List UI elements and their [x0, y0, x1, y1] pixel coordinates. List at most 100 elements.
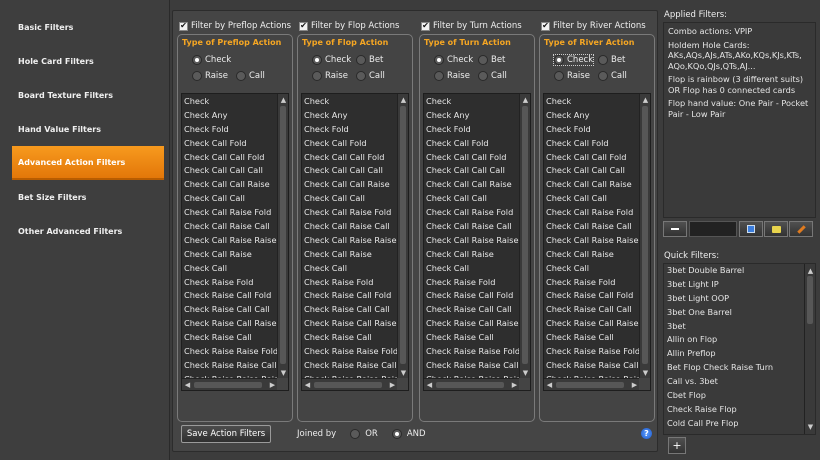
- quick-filter-item[interactable]: 3bet Light OOP: [664, 292, 815, 306]
- list-item[interactable]: Check Raise Call Fold: [545, 289, 640, 303]
- list-item[interactable]: Check Raise Fold: [425, 276, 520, 290]
- scroll-thumb[interactable]: [807, 276, 813, 324]
- river-call-radio[interactable]: Call: [598, 71, 627, 81]
- load-icon[interactable]: [764, 221, 788, 237]
- scroll-up-icon[interactable]: ▲: [805, 266, 816, 276]
- list-item[interactable]: Check Call Call Raise: [303, 178, 398, 192]
- quick-filter-item[interactable]: Check Raise Flop: [664, 403, 815, 417]
- radio-icon[interactable]: [554, 55, 564, 65]
- filter-by-turn-checkbox[interactable]: ✔ Filter by Turn Actions: [421, 21, 522, 31]
- vertical-scrollbar[interactable]: ▲ ▼: [397, 94, 408, 379]
- or-radio[interactable]: [350, 429, 361, 439]
- scroll-left-icon[interactable]: ◀: [424, 380, 435, 390]
- radio-icon[interactable]: [192, 71, 202, 81]
- turn-call-radio[interactable]: Call: [478, 71, 507, 81]
- checkbox-icon[interactable]: ✔: [179, 21, 188, 31]
- list-item[interactable]: Check Raise Call Call: [183, 303, 278, 317]
- scroll-left-icon[interactable]: ◀: [544, 380, 555, 390]
- radio-icon[interactable]: [598, 55, 608, 65]
- list-item[interactable]: Check Call Call Call: [183, 164, 278, 178]
- quick-filter-item[interactable]: Bet Flop Check Raise Turn: [664, 361, 815, 375]
- list-item[interactable]: Check Call: [183, 262, 278, 276]
- radio-icon[interactable]: [192, 55, 202, 65]
- horizontal-scrollbar[interactable]: ◀ ▶: [424, 378, 521, 390]
- list-item[interactable]: Check Call: [303, 262, 398, 276]
- vertical-scrollbar[interactable]: ▲ ▼: [639, 94, 650, 379]
- list-item[interactable]: Check Call Raise: [183, 248, 278, 262]
- scroll-left-icon[interactable]: ◀: [182, 380, 193, 390]
- list-item[interactable]: Check Call Raise Call: [303, 220, 398, 234]
- scroll-up-icon[interactable]: ▲: [520, 95, 530, 105]
- list-item[interactable]: Check Raise Call: [303, 331, 398, 345]
- list-item[interactable]: Check Call Raise Fold: [425, 206, 520, 220]
- list-item[interactable]: Check: [545, 95, 640, 109]
- filter-by-flop-checkbox[interactable]: ✔ Filter by Flop Actions: [299, 21, 399, 31]
- quick-filter-item[interactable]: 3bet: [664, 320, 815, 334]
- scroll-thumb[interactable]: [280, 106, 286, 364]
- checkbox-icon[interactable]: ✔: [541, 21, 550, 31]
- list-item[interactable]: Check Call Raise Fold: [183, 206, 278, 220]
- sidebar-item-board-texture-filters[interactable]: Board Texture Filters: [12, 78, 164, 112]
- preflop-raise-radio[interactable]: Raise: [192, 71, 228, 81]
- list-item[interactable]: Check Raise Call Call: [425, 303, 520, 317]
- sidebar-item-hole-card-filters[interactable]: Hole Card Filters: [12, 44, 164, 78]
- scroll-up-icon[interactable]: ▲: [398, 95, 408, 105]
- list-item[interactable]: Check Call Call Fold: [183, 151, 278, 165]
- radio-icon[interactable]: [236, 71, 246, 81]
- preflop-call-radio[interactable]: Call: [236, 71, 265, 81]
- list-item[interactable]: Check Call Call Raise: [425, 178, 520, 192]
- quick-filter-item[interactable]: 3bet Double Barrel: [664, 264, 815, 278]
- list-item[interactable]: Check Raise Call Fold: [303, 289, 398, 303]
- list-item[interactable]: Check Call Fold: [183, 137, 278, 151]
- radio-icon[interactable]: [478, 55, 488, 65]
- scroll-thumb[interactable]: [436, 382, 504, 388]
- list-item[interactable]: Check Call Call Call: [303, 164, 398, 178]
- list-item[interactable]: Check Call Call: [183, 192, 278, 206]
- horizontal-scrollbar[interactable]: ◀ ▶: [302, 378, 399, 390]
- list-item[interactable]: Check Raise Call: [425, 331, 520, 345]
- list-item[interactable]: Check Call Call: [425, 192, 520, 206]
- list-item[interactable]: Check Call Call: [303, 192, 398, 206]
- sidebar-item-other-advanced-filters[interactable]: Other Advanced Filters: [12, 214, 164, 248]
- preflop-check-radio[interactable]: Check: [192, 55, 231, 65]
- list-item[interactable]: Check Any: [183, 109, 278, 123]
- save-icon[interactable]: [739, 221, 763, 237]
- add-quick-filter-button[interactable]: +: [668, 437, 686, 454]
- quick-filter-item[interactable]: Cbet Flop: [664, 389, 815, 403]
- list-item[interactable]: Check Raise Call Fold: [425, 289, 520, 303]
- sidebar-item-bet-size-filters[interactable]: Bet Size Filters: [12, 180, 164, 214]
- list-item[interactable]: Check Call Fold: [303, 137, 398, 151]
- river-check-radio[interactable]: Check: [552, 54, 595, 66]
- list-item[interactable]: Check Raise Fold: [545, 276, 640, 290]
- quick-filter-item[interactable]: Allin Preflop: [664, 347, 815, 361]
- list-item[interactable]: Check Fold: [425, 123, 520, 137]
- list-item[interactable]: Check Any: [303, 109, 398, 123]
- list-item[interactable]: Check Raise Call Raise: [183, 317, 278, 331]
- list-item[interactable]: Check Raise Fold: [303, 276, 398, 290]
- horizontal-scrollbar[interactable]: ◀ ▶: [182, 378, 279, 390]
- radio-icon[interactable]: [312, 71, 322, 81]
- radio-icon[interactable]: [598, 71, 608, 81]
- list-item[interactable]: Check Call Raise Raise: [183, 234, 278, 248]
- filter-by-preflop-checkbox[interactable]: ✔ Filter by Preflop Actions: [179, 21, 291, 31]
- list-item[interactable]: Check Raise Call Call: [545, 303, 640, 317]
- scroll-left-icon[interactable]: ◀: [302, 380, 313, 390]
- list-item[interactable]: Check Raise Fold: [183, 276, 278, 290]
- checkbox-icon[interactable]: ✔: [421, 21, 430, 31]
- list-item[interactable]: Check Raise Raise Fold: [425, 345, 520, 359]
- list-item[interactable]: Check Call Raise Call: [545, 220, 640, 234]
- list-item[interactable]: Check Raise Raise Call: [425, 359, 520, 373]
- flop-call-radio[interactable]: Call: [356, 71, 385, 81]
- sidebar-item-advanced-action-filters[interactable]: Advanced Action Filters: [12, 146, 164, 180]
- list-item[interactable]: Check Fold: [183, 123, 278, 137]
- list-item[interactable]: Check Call Raise: [303, 248, 398, 262]
- scroll-up-icon[interactable]: ▲: [278, 95, 288, 105]
- filter-by-river-checkbox[interactable]: ✔ Filter by River Actions: [541, 21, 646, 31]
- scroll-thumb[interactable]: [194, 382, 262, 388]
- vertical-scrollbar[interactable]: ▲ ▼: [277, 94, 288, 379]
- list-item[interactable]: Check Raise Raise Call: [183, 359, 278, 373]
- scroll-up-icon[interactable]: ▲: [640, 95, 650, 105]
- list-item[interactable]: Check Call Raise: [545, 248, 640, 262]
- list-item[interactable]: Check Any: [425, 109, 520, 123]
- list-item[interactable]: Check: [303, 95, 398, 109]
